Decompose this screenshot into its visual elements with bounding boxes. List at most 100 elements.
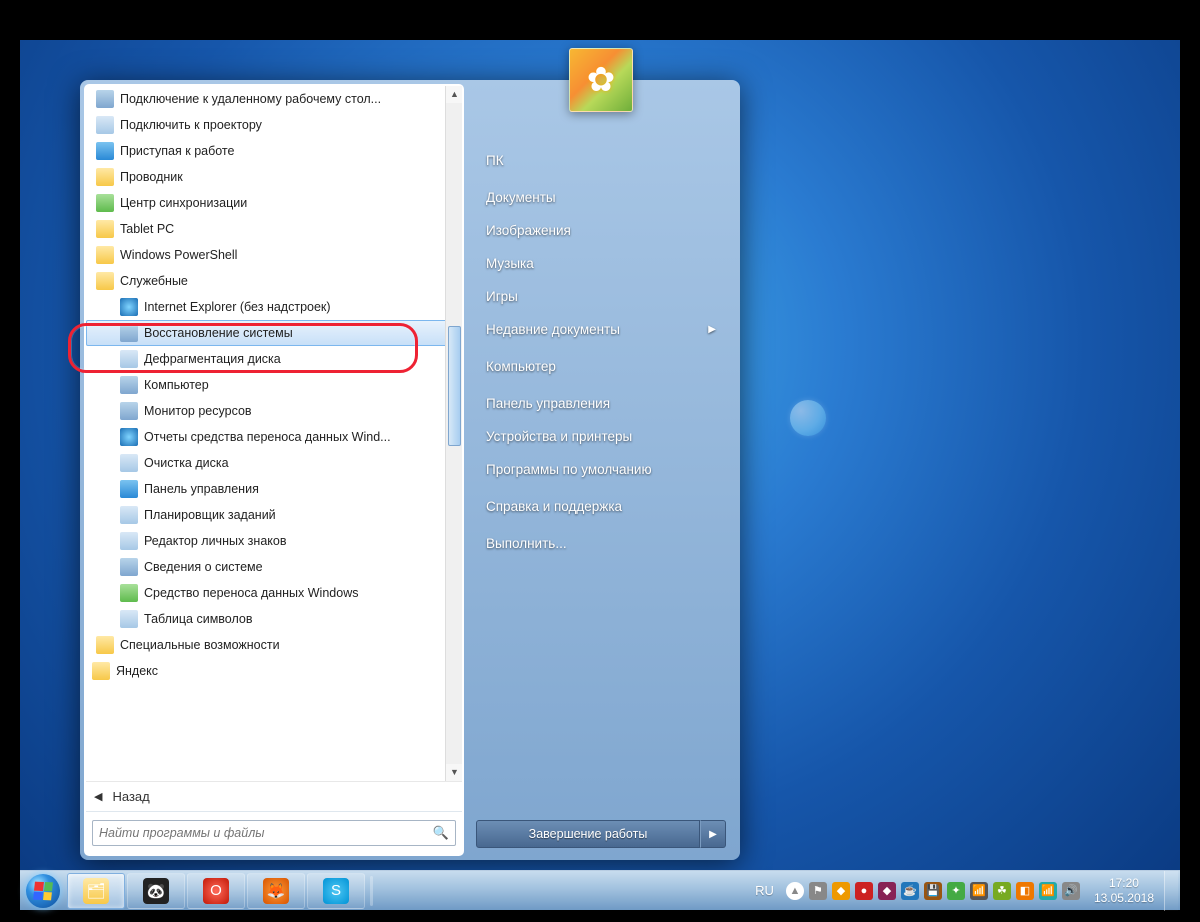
program-icon	[120, 350, 138, 368]
windows-logo-icon	[33, 881, 53, 900]
program-icon	[92, 662, 110, 680]
program-label: Компьютер	[144, 378, 209, 392]
program-icon	[96, 220, 114, 238]
program-item[interactable]: Подключение к удаленному рабочему стол..…	[86, 86, 462, 112]
program-item[interactable]: Приступая к работе	[86, 138, 462, 164]
right-pane-item[interactable]: Изображения	[478, 214, 724, 247]
skype-icon: S	[323, 878, 349, 904]
right-pane-item[interactable]: Справка и поддержка	[478, 490, 724, 523]
program-item[interactable]: Дефрагментация диска	[86, 346, 462, 372]
program-item[interactable]: Компьютер	[86, 372, 462, 398]
taskbar-opera[interactable]: O	[187, 873, 245, 909]
program-item[interactable]: Специальные возможности	[86, 632, 462, 658]
clock-date: 13.05.2018	[1094, 891, 1154, 905]
right-pane-item[interactable]: Недавние документы▶	[478, 313, 724, 346]
shutdown-options-arrow[interactable]: ▶	[700, 820, 726, 848]
tray-icon[interactable]: ◆	[878, 882, 896, 900]
tray-icon[interactable]: ✦	[947, 882, 965, 900]
back-button[interactable]: ◀ Назад	[86, 781, 462, 811]
taskbar-firefox[interactable]: 🦊	[247, 873, 305, 909]
program-item[interactable]: Internet Explorer (без надстроек)	[86, 294, 462, 320]
tray-icon[interactable]: ⚑	[809, 882, 827, 900]
search-input[interactable]	[99, 826, 433, 840]
scroll-up-arrow[interactable]: ▲	[446, 86, 462, 103]
right-pane-label: Программы по умолчанию	[486, 462, 652, 477]
taskbar-separator	[370, 876, 373, 906]
scroll-thumb[interactable]	[448, 326, 461, 446]
start-button[interactable]	[20, 871, 66, 911]
program-item[interactable]: Панель управления	[86, 476, 462, 502]
right-pane-item[interactable]: Программы по умолчанию	[478, 453, 724, 486]
program-icon	[96, 194, 114, 212]
tray-network-icon[interactable]: 📶	[970, 882, 988, 900]
right-pane-item[interactable]: Документы	[478, 181, 724, 214]
firefox-icon: 🦊	[263, 878, 289, 904]
program-item[interactable]: Центр синхронизации	[86, 190, 462, 216]
program-item[interactable]: Яндекс	[86, 658, 462, 684]
program-item[interactable]: Проводник	[86, 164, 462, 190]
right-pane-label: Устройства и принтеры	[486, 429, 632, 444]
program-item[interactable]: Сведения о системе	[86, 554, 462, 580]
right-pane-item[interactable]: ПК	[478, 144, 724, 177]
program-icon	[120, 324, 138, 342]
tray-icon[interactable]: ☘	[993, 882, 1011, 900]
program-item[interactable]: Планировщик заданий	[86, 502, 462, 528]
right-pane-label: Музыка	[486, 256, 534, 271]
program-item[interactable]: Подключить к проектору	[86, 112, 462, 138]
tray-icon[interactable]: 💾	[924, 882, 942, 900]
program-icon	[120, 480, 138, 498]
right-pane-item[interactable]: Панель управления	[478, 387, 724, 420]
right-pane-label: Компьютер	[486, 359, 556, 374]
scrollbar[interactable]: ▲ ▼	[445, 86, 462, 781]
start-menu-right-pane: ПК Документы Изображения Музыка ИгрыНедавние…	[466, 84, 736, 856]
program-item[interactable]: Средство переноса данных Windows	[86, 580, 462, 606]
taskbar-right: RU ▲ ⚑ ◆ ● ◆ ☕ 💾 ✦ 📶 ☘ ◧ 📶 🔊 17:20 13.05…	[747, 871, 1180, 910]
show-desktop-button[interactable]	[1164, 871, 1178, 911]
program-label: Подключить к проектору	[120, 118, 262, 132]
submenu-arrow-icon: ▶	[708, 324, 716, 335]
program-item[interactable]: Windows PowerShell	[86, 242, 462, 268]
scroll-down-arrow[interactable]: ▼	[446, 764, 462, 781]
desktop-icon[interactable]	[790, 400, 826, 436]
tray-icon[interactable]: ●	[855, 882, 873, 900]
program-item[interactable]: Служебные	[86, 268, 462, 294]
tray-icon[interactable]: ◧	[1016, 882, 1034, 900]
user-picture[interactable]	[569, 48, 633, 112]
program-item[interactable]: Tablet PC	[86, 216, 462, 242]
taskbar-clock[interactable]: 17:20 13.05.2018	[1084, 876, 1164, 905]
search-box[interactable]: 🔍	[92, 820, 456, 846]
right-pane-item[interactable]: Устройства и принтеры	[478, 420, 724, 453]
right-pane-item[interactable]: Выполнить...	[478, 527, 724, 560]
program-item[interactable]: Очистка диска	[86, 450, 462, 476]
language-indicator[interactable]: RU	[747, 883, 782, 898]
right-pane-label: Изображения	[486, 223, 571, 238]
explorer-icon: 🗂	[83, 878, 109, 904]
right-pane-item[interactable]: Музыка	[478, 247, 724, 280]
tray-show-hidden-icon[interactable]: ▲	[786, 882, 804, 900]
right-pane-item[interactable]: Игры	[478, 280, 724, 313]
tray-icon[interactable]: ◆	[832, 882, 850, 900]
right-pane-item[interactable]: Компьютер	[478, 350, 724, 383]
taskbar-skype[interactable]: S	[307, 873, 365, 909]
program-item[interactable]: Таблица символов	[86, 606, 462, 632]
back-label: Назад	[112, 789, 149, 804]
shutdown-group: Завершение работы ▶	[476, 820, 726, 848]
right-pane-label: ПК	[486, 153, 504, 168]
program-item[interactable]: Редактор личных знаков	[86, 528, 462, 554]
program-label: Сведения о системе	[144, 560, 263, 574]
program-item[interactable]: Монитор ресурсов	[86, 398, 462, 424]
tray-volume-icon[interactable]: 🔊	[1062, 882, 1080, 900]
program-icon	[120, 402, 138, 420]
tray-icon[interactable]: ☕	[901, 882, 919, 900]
system-tray: ▲ ⚑ ◆ ● ◆ ☕ 💾 ✦ 📶 ☘ ◧ 📶 🔊	[782, 882, 1084, 900]
program-item[interactable]: Отчеты средства переноса данных Wind...	[86, 424, 462, 450]
shutdown-button[interactable]: Завершение работы	[476, 820, 700, 848]
program-label: Яндекс	[116, 664, 158, 678]
taskbar-app-panda[interactable]: 🐼	[127, 873, 185, 909]
taskbar-explorer[interactable]: 🗂	[67, 873, 125, 909]
program-icon	[120, 428, 138, 446]
program-item[interactable]: Восстановление системы	[86, 320, 462, 346]
tray-network-icon[interactable]: 📶	[1039, 882, 1057, 900]
right-pane-label: Выполнить...	[486, 536, 567, 551]
start-menu: Подключение к удаленному рабочему стол..…	[80, 80, 740, 860]
